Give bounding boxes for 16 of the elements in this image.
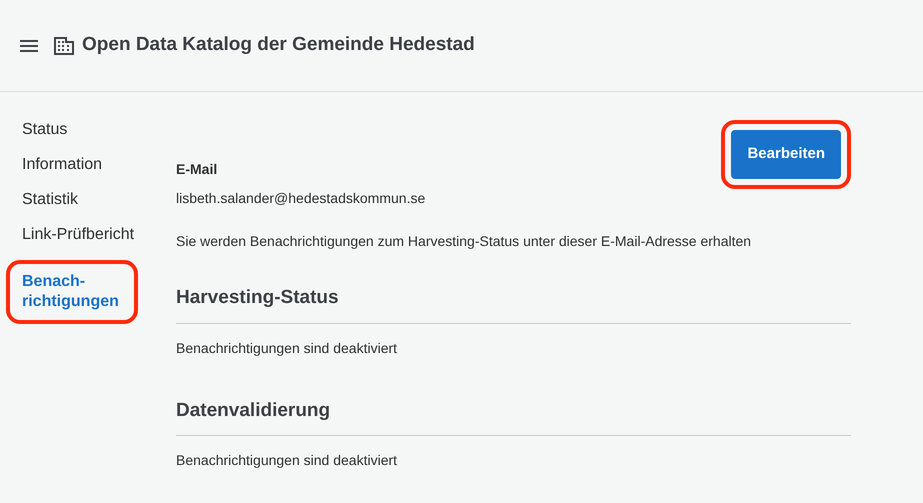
sidebar-item[interactable]: Information [22,155,160,175]
building-icon [54,36,74,54]
section-heading: Datenvalidierung [176,396,851,436]
info-text: Sie werden Benachrichtigungen zum Harvesting-Status unter dieser E-Mail-Adresse erhalten [176,232,752,251]
section-heading: Harvesting-Status [176,284,851,324]
sidebar-item[interactable]: Statistik [22,190,160,210]
status-text: Benachrichtigungen sind deaktiviert [176,451,398,470]
email-address: lisbeth.salander@hedestadskommun.se [176,189,426,208]
sidebar-item[interactable]: Status [22,120,160,140]
sidebar-item[interactable]: Benach-richtigungen [22,272,122,312]
menu-icon[interactable] [20,38,38,52]
status-text: Benachrichtigungen sind deaktiviert [176,338,398,358]
field-label: E-Mail [176,160,218,179]
edit-button[interactable]: Bearbeiten [731,130,841,179]
sidebar-item[interactable]: Link-Prüfbericht [22,225,160,245]
app-title: Open Data Katalog der Gemeinde Hedestad [82,33,475,58]
